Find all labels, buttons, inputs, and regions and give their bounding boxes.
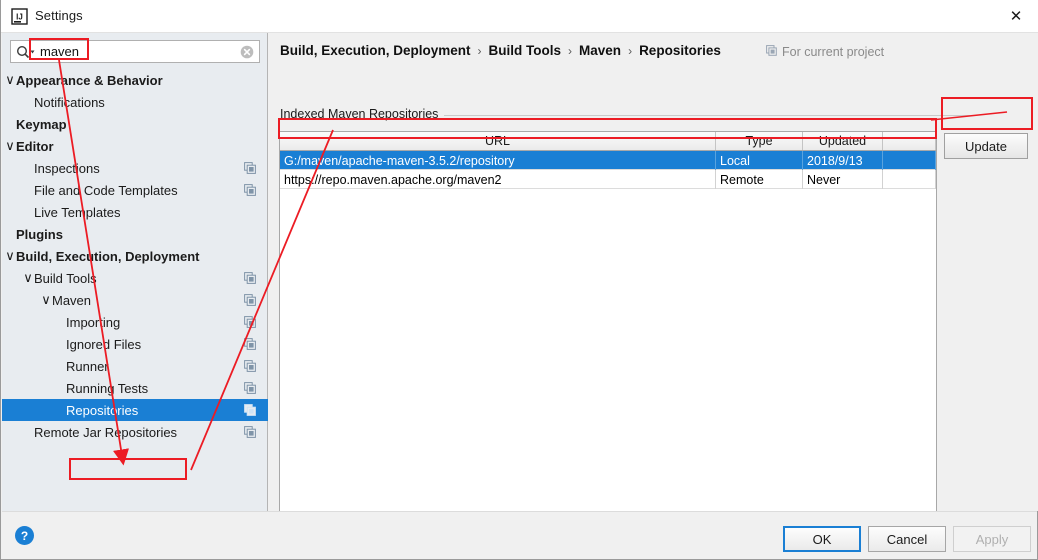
table-cell-url: G:/maven/apache-maven-3.5.2/repository — [280, 151, 716, 170]
sidebar-item-label: Build, Execution, Deployment — [16, 248, 200, 264]
intellij-idea-icon: IJ — [11, 8, 28, 25]
sidebar-item-label: Runner — [66, 358, 109, 374]
table-cell-url: https://repo.maven.apache.org/maven2 — [280, 170, 716, 189]
table-header-url[interactable]: URL — [280, 132, 716, 150]
sidebar-item-label: Editor — [16, 138, 54, 154]
copy-settings-icon[interactable] — [244, 360, 256, 372]
breadcrumb-item-3: Repositories — [639, 43, 721, 58]
table-header-row: URL Type Updated — [280, 132, 936, 151]
sidebar-item-importing[interactable]: Importing — [2, 311, 268, 333]
sidebar-item-plugins[interactable]: Plugins — [2, 223, 268, 245]
cancel-button[interactable]: Cancel — [868, 526, 946, 552]
breadcrumb: Build, Execution, Deployment › Build Too… — [280, 43, 721, 58]
breadcrumb-separator-icon: › — [477, 43, 482, 58]
table-cell-extra — [883, 151, 936, 170]
table-row[interactable]: G:/maven/apache-maven-3.5.2/repository Lo… — [280, 151, 936, 170]
copy-settings-icon[interactable] — [244, 338, 256, 350]
svg-text:IJ: IJ — [16, 13, 23, 22]
copy-settings-icon[interactable] — [244, 162, 256, 174]
sidebar-item-label: File and Code Templates — [34, 182, 178, 198]
copy-settings-icon[interactable] — [244, 404, 256, 416]
copy-settings-icon[interactable] — [244, 294, 256, 306]
sidebar-item-file-and-code-templates[interactable]: File and Code Templates — [2, 179, 268, 201]
repositories-table: URL Type Updated G:/maven/apache-maven-3.5… — [279, 131, 937, 529]
search-input[interactable]: maven — [40, 44, 79, 59]
chevron-down-icon[interactable]: ∨ — [4, 248, 16, 263]
project-scope-icon — [766, 45, 777, 59]
settings-dialog: IJ Settings ✕ maven ∨ Appearance & Behav… — [0, 0, 1038, 560]
copy-settings-icon[interactable] — [244, 382, 256, 394]
sidebar-item-label: Keymap — [16, 116, 67, 132]
sidebar-item-label: Importing — [66, 314, 121, 330]
sidebar-item-build-execution-deployment[interactable]: ∨ Build, Execution, Deployment — [2, 245, 268, 267]
for-current-project-label: For current project — [766, 45, 884, 59]
sidebar-item-running-tests[interactable]: Running Tests — [2, 377, 268, 399]
table-header-blank[interactable] — [883, 132, 936, 150]
sidebar-item-appearance-behavior[interactable]: ∨ Appearance & Behavior — [2, 69, 268, 91]
search-field[interactable]: maven — [10, 40, 260, 63]
ok-button[interactable]: OK — [783, 526, 861, 552]
chevron-down-icon[interactable]: ∨ — [4, 138, 16, 153]
close-icon[interactable]: ✕ — [993, 0, 1038, 32]
table-cell-updated: 2018/9/13 — [803, 151, 883, 170]
copy-settings-icon[interactable] — [244, 316, 256, 328]
sidebar-item-runner[interactable]: Runner — [2, 355, 268, 377]
breadcrumb-item-0[interactable]: Build, Execution, Deployment — [280, 43, 471, 58]
sidebar-item-label: Inspections — [34, 160, 100, 176]
sidebar-item-notifications[interactable]: Notifications — [2, 91, 268, 113]
sidebar-item-label: Plugins — [16, 226, 63, 242]
breadcrumb-separator-icon: › — [628, 43, 633, 58]
apply-button: Apply — [953, 526, 1031, 552]
sidebar-item-label: Ignored Files — [66, 336, 142, 352]
breadcrumb-item-2[interactable]: Maven — [579, 43, 621, 58]
sidebar-item-editor[interactable]: ∨ Editor — [2, 135, 268, 157]
table-cell-type: Remote — [716, 170, 803, 189]
copy-settings-icon[interactable] — [244, 272, 256, 284]
sidebar-item-live-templates[interactable]: Live Templates — [2, 201, 268, 223]
table-cell-extra — [883, 170, 936, 189]
breadcrumb-separator-icon: › — [568, 43, 573, 58]
table-header-updated[interactable]: Updated — [803, 132, 883, 150]
settings-sidebar: maven ∨ Appearance & Behavior Notification… — [2, 33, 268, 511]
table-cell-type: Local — [716, 151, 803, 170]
sidebar-item-label: Repositories — [66, 402, 139, 418]
window-title: Settings — [35, 8, 83, 23]
dialog-footer: ? OK Cancel Apply — [2, 511, 1037, 558]
sidebar-item-label: Live Templates — [34, 204, 121, 220]
chevron-down-icon[interactable]: ∨ — [40, 292, 52, 307]
table-body: G:/maven/apache-maven-3.5.2/repository Lo… — [280, 151, 936, 189]
chevron-down-icon[interactable]: ∨ — [4, 72, 16, 87]
sidebar-item-label: Remote Jar Repositories — [34, 424, 178, 440]
sidebar-item-maven[interactable]: ∨ Maven — [2, 289, 268, 311]
sidebar-item-build-tools[interactable]: ∨ Build Tools — [2, 267, 268, 289]
sidebar-item-label: Build Tools — [34, 270, 97, 286]
copy-settings-icon[interactable] — [244, 426, 256, 438]
group-title: Indexed Maven Repositories — [280, 107, 445, 121]
title-bar: IJ Settings ✕ — [1, 0, 1038, 33]
sidebar-item-keymap[interactable]: Keymap — [2, 113, 268, 135]
table-row[interactable]: https://repo.maven.apache.org/maven2 Remo… — [280, 170, 936, 189]
sidebar-item-label: Notifications — [34, 94, 105, 110]
table-header-type[interactable]: Type — [716, 132, 803, 150]
title-accent — [1, 0, 1038, 2]
search-icon[interactable] — [15, 44, 37, 60]
breadcrumb-item-1[interactable]: Build Tools — [489, 43, 562, 58]
settings-content-panel: Build, Execution, Deployment › Build Too… — [269, 33, 1038, 529]
update-button[interactable]: Update — [944, 133, 1028, 159]
table-cell-updated: Never — [803, 170, 883, 189]
sidebar-item-label: Running Tests — [66, 380, 149, 396]
settings-tree: ∨ Appearance & Behavior Notifications Keyma… — [2, 69, 268, 443]
copy-settings-icon[interactable] — [244, 184, 256, 196]
help-icon[interactable]: ? — [15, 526, 34, 545]
sidebar-item-remote-jar-repositories[interactable]: Remote Jar Repositories — [2, 421, 268, 443]
clear-icon[interactable] — [240, 45, 254, 59]
sidebar-item-repositories[interactable]: Repositories — [2, 399, 268, 421]
sidebar-item-ignored-files[interactable]: Ignored Files — [2, 333, 268, 355]
chevron-down-icon[interactable]: ∨ — [22, 270, 34, 285]
sidebar-item-label: Maven — [52, 292, 92, 308]
sidebar-item-inspections[interactable]: Inspections — [2, 157, 268, 179]
for-current-project-text: For current project — [782, 45, 885, 59]
sidebar-item-label: Appearance & Behavior — [16, 72, 163, 88]
